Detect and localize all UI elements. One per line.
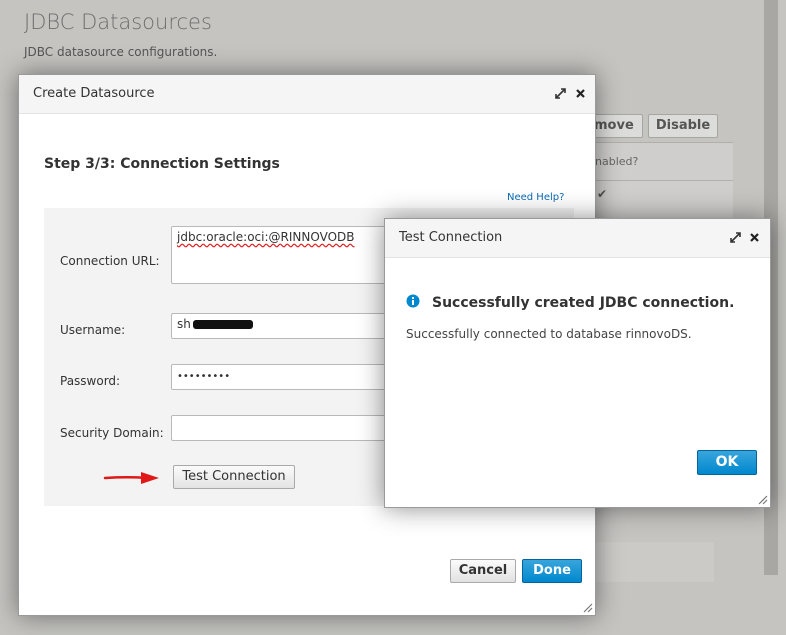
dialog-header: Test Connection [385, 219, 770, 258]
background-footer [594, 542, 714, 582]
page-subtitle: JDBC datasource configurations. [24, 45, 218, 59]
dialog-header: Create Datasource [19, 75, 595, 114]
need-help-link[interactable]: Need Help? [507, 192, 564, 203]
maximize-icon[interactable] [729, 231, 742, 244]
test-connection-button[interactable]: Test Connection [173, 465, 295, 489]
enabled-check-icon: ✔ [597, 187, 608, 201]
cancel-button[interactable]: Cancel [450, 559, 516, 583]
disable-button[interactable]: Disable [648, 114, 718, 138]
close-icon[interactable] [748, 231, 761, 244]
password-value: ••••••••• [177, 371, 231, 382]
resize-grip-icon[interactable] [581, 601, 593, 613]
close-icon[interactable] [574, 87, 587, 100]
password-label: Password: [60, 374, 121, 388]
step-title: Step 3/3: Connection Settings [44, 156, 280, 172]
resize-grip-icon[interactable] [756, 493, 768, 505]
security-domain-field[interactable] [171, 415, 411, 441]
success-message-body: Successfully connected to database rinno… [406, 327, 692, 341]
connection-url-label: Connection URL: [60, 254, 160, 268]
success-message-title: Successfully created JDBC connection. [432, 295, 735, 311]
info-icon [406, 294, 420, 308]
done-button[interactable]: Done [522, 559, 582, 583]
enabled-column-header: nabled? [595, 143, 733, 181]
connection-url-value: jdbc:oracle:oci:@RINNOVODB [177, 230, 355, 244]
connection-url-field[interactable]: jdbc:oracle:oci:@RINNOVODB [171, 226, 411, 284]
maximize-icon[interactable] [554, 87, 567, 100]
username-field[interactable]: sh [171, 313, 411, 339]
test-connection-dialog: Test Connection Successfully created JDB… [384, 218, 771, 508]
remove-button[interactable]: move [594, 114, 643, 138]
dialog-title: Create Datasource [33, 86, 155, 101]
page-title: JDBC Datasources [24, 10, 212, 34]
security-domain-label: Security Domain: [60, 426, 164, 440]
dialog-title: Test Connection [399, 230, 503, 245]
redaction-mark [192, 320, 253, 329]
ok-button[interactable]: OK [697, 450, 757, 475]
password-field[interactable]: ••••••••• [171, 364, 411, 390]
username-label: Username: [60, 323, 126, 337]
red-arrow-annotation [103, 472, 159, 484]
username-value: sh [177, 317, 191, 331]
datasource-table: nabled? ✔ [594, 142, 733, 224]
